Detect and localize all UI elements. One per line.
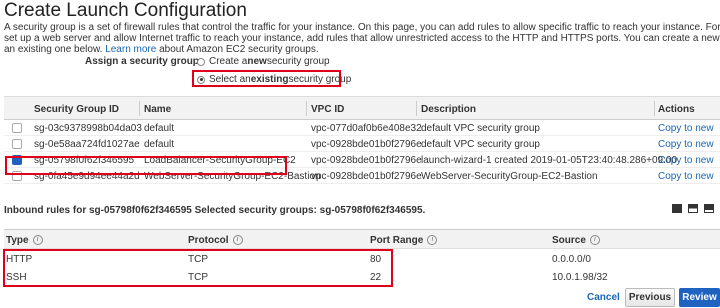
pane-layout-tools [672, 204, 714, 213]
highlight-selected-row [5, 156, 287, 175]
radio-create-new-circle[interactable] [197, 57, 205, 66]
row-checkbox[interactable] [12, 123, 22, 133]
wizard-footer: Cancel Previous Review [0, 287, 720, 308]
description-line-3: an existing one below. Learn more about … [4, 44, 319, 55]
review-button[interactable]: Review [679, 288, 720, 307]
rules-table-header: Type i Protocol i Port Range i Source i [4, 229, 720, 249]
col-type: Type i [6, 235, 43, 246]
info-icon[interactable]: i [32, 235, 43, 246]
col-security-group-id[interactable]: Security Group ID [34, 104, 119, 115]
layout-split-icon[interactable] [688, 204, 698, 213]
page-description: A security group is a set of firewall ru… [4, 22, 720, 55]
copy-to-new-link[interactable]: Copy to new [658, 123, 714, 134]
radio-create-new[interactable]: Create a new security group [197, 56, 330, 67]
col-actions: Actions [658, 104, 695, 115]
col-description[interactable]: Description [421, 104, 476, 115]
copy-to-new-link[interactable]: Copy to new [658, 155, 714, 166]
info-icon[interactable]: i [232, 235, 243, 246]
previous-button[interactable]: Previous [625, 288, 675, 307]
info-icon[interactable]: i [427, 235, 438, 246]
assign-label: Assign a security group: [85, 56, 203, 67]
learn-more-link[interactable]: Learn more [105, 44, 156, 55]
layout-full-icon[interactable] [672, 204, 682, 213]
col-source: Source i [552, 235, 600, 246]
highlight-rules [3, 249, 393, 287]
copy-to-new-link[interactable]: Copy to new [658, 139, 714, 150]
description-line-1: A security group is a set of firewall ru… [4, 22, 720, 33]
row-checkbox[interactable] [12, 139, 22, 149]
table-row[interactable]: sg-0e58aa724fd1027ae default vpc-0928bde… [4, 136, 720, 152]
inbound-rules-title: Inbound rules for sg-05798f0f62f346595 S… [4, 205, 426, 216]
copy-to-new-link[interactable]: Copy to new [658, 171, 714, 182]
table-row[interactable]: sg-03c9378998b04da03 default vpc-077d0af… [4, 120, 720, 136]
layout-bottom-icon[interactable] [704, 204, 714, 213]
highlight-select-existing [192, 70, 341, 87]
col-port-range: Port Range i [370, 235, 438, 246]
description-line-2: set up a web server and allow Internet t… [4, 33, 720, 44]
col-protocol: Protocol i [188, 235, 243, 246]
col-vpc-id[interactable]: VPC ID [311, 104, 344, 115]
assign-security-group-row: Assign a security group: Create a new se… [0, 56, 720, 70]
page-title: Create Launch Configuration [4, 0, 247, 21]
col-name[interactable]: Name [144, 104, 171, 115]
info-icon[interactable]: i [589, 235, 600, 246]
cancel-button[interactable]: Cancel [587, 292, 620, 303]
sg-table-header: Security Group ID Name VPC ID Descriptio… [4, 96, 720, 120]
